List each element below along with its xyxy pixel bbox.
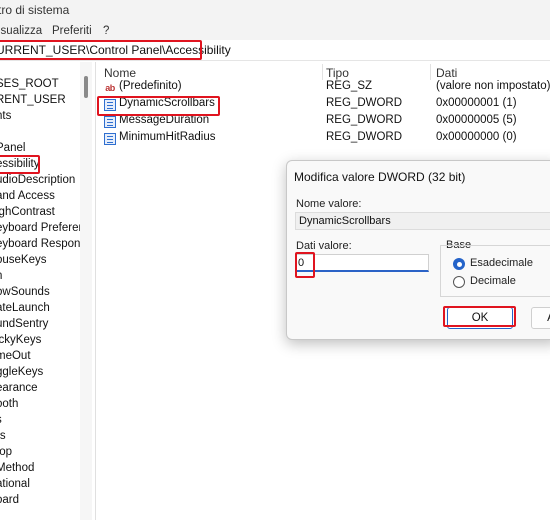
tree-scroll-thumb[interactable] xyxy=(84,76,88,98)
column-type-header[interactable]: Tipo xyxy=(326,66,349,80)
tree-item[interactable]: essibility xyxy=(0,158,39,174)
tree-item[interactable]: ighContrast xyxy=(0,206,55,222)
tree-item[interactable]: RENT_USER xyxy=(0,94,66,110)
edit-dword-dialog: Modifica valore DWORD (32 bit) Nome valo… xyxy=(286,160,550,340)
tree-item[interactable]: undSentry xyxy=(0,318,48,334)
value-row[interactable]: DynamicScrollbars REG_DWORD 0x00000001 (1) xyxy=(96,97,550,113)
value-data: 0x00000001 (1) xyxy=(436,97,517,109)
binary-value-icon xyxy=(104,116,116,128)
tree-item[interactable]: rs xyxy=(0,430,6,446)
tree-item[interactable]: earance xyxy=(0,382,38,398)
cancel-button[interactable]: A xyxy=(531,307,550,329)
column-separator[interactable] xyxy=(322,64,323,80)
tree-item[interactable]: owSounds xyxy=(0,286,50,302)
value-data-text[interactable]: 0 xyxy=(298,257,304,269)
value-name-field: DynamicScrollbars xyxy=(295,212,550,230)
value-type: REG_SZ xyxy=(326,80,373,92)
value-data: (valore non impostato) xyxy=(436,80,550,92)
tree-item[interactable]: s xyxy=(0,414,2,430)
value-data-input[interactable]: 0 xyxy=(295,254,429,272)
value-row[interactable]: ab (Predefinito) REG_SZ (valore non imposta… xyxy=(96,80,550,96)
registry-tree[interactable]: SES_ROOTRENT_USERnts PanelessibilityudioD… xyxy=(0,62,92,520)
tree-item[interactable]: n xyxy=(0,270,2,286)
column-name-header[interactable]: Nome xyxy=(104,66,136,80)
hex-radio[interactable] xyxy=(453,258,465,270)
column-separator[interactable] xyxy=(430,64,431,80)
value-name: MinimumHitRadius xyxy=(119,131,216,143)
tree-item[interactable]: and Access xyxy=(0,190,55,206)
column-data-header[interactable]: Dati xyxy=(436,66,457,80)
menu-bar: isualizza Preferiti ? xyxy=(0,20,550,40)
base-group: Esadecimale Decimale xyxy=(440,245,550,297)
tree-item[interactable]: meOut xyxy=(0,350,31,366)
dialog-title: Modifica valore DWORD (32 bit) xyxy=(294,170,466,184)
dec-radio-label[interactable]: Decimale xyxy=(470,275,516,287)
tree-item[interactable]: ooth xyxy=(0,398,18,414)
tree-item[interactable]: top xyxy=(0,446,12,462)
tree-item[interactable]: Method xyxy=(0,462,34,478)
tree-item[interactable]: ggleKeys xyxy=(0,366,43,382)
window-title: tro di sistema xyxy=(0,3,70,17)
string-value-icon: ab xyxy=(105,83,115,93)
tree-item[interactable]: ational xyxy=(0,478,30,494)
title-bar: tro di sistema xyxy=(0,0,550,20)
dec-radio[interactable] xyxy=(453,276,465,288)
value-row[interactable]: MessageDuration REG_DWORD 0x00000005 (5) xyxy=(96,114,550,130)
tree-item[interactable]: eyboard Respons xyxy=(0,238,86,254)
value-type: REG_DWORD xyxy=(326,131,403,143)
ok-button[interactable]: OK xyxy=(447,307,513,329)
value-row[interactable]: MinimumHitRadius REG_DWORD 0x00000000 (0) xyxy=(96,131,550,147)
tree-item[interactable]: ickyKeys xyxy=(0,334,41,350)
tree-item[interactable]: ateLaunch xyxy=(0,302,50,318)
value-name: (Predefinito) xyxy=(119,80,182,92)
menu-visualizza[interactable]: isualizza xyxy=(0,25,42,37)
address-path[interactable]: URRENT_USER\Control Panel\Accessibility xyxy=(0,43,231,57)
menu-preferiti[interactable]: Preferiti xyxy=(52,25,92,37)
value-data: 0x00000005 (5) xyxy=(436,114,517,126)
binary-value-icon xyxy=(104,133,116,145)
value-name-label: Nome valore: xyxy=(296,198,362,210)
tree-item[interactable]: oard xyxy=(0,494,19,510)
binary-value-icon xyxy=(104,99,116,111)
value-name-text: DynamicScrollbars xyxy=(299,215,391,227)
value-name: MessageDuration xyxy=(119,114,210,126)
tree-item[interactable]: nts xyxy=(0,110,11,126)
value-type: REG_DWORD xyxy=(326,97,403,109)
value-type: REG_DWORD xyxy=(326,114,403,126)
tree-item[interactable]: udioDescription xyxy=(0,174,75,190)
tree-scrollbar[interactable] xyxy=(80,62,92,520)
address-bar[interactable]: URRENT_USER\Control Panel\Accessibility xyxy=(0,40,550,61)
value-data-label: Dati valore: xyxy=(296,240,352,252)
value-name: DynamicScrollbars xyxy=(119,97,215,109)
tree-item[interactable]: eyboard Preferen xyxy=(0,222,85,238)
tree-item[interactable]: ouseKeys xyxy=(0,254,47,270)
hex-radio-label[interactable]: Esadecimale xyxy=(470,257,533,269)
value-data: 0x00000000 (0) xyxy=(436,131,517,143)
tree-item[interactable]: Panel xyxy=(0,142,25,158)
menu-help[interactable]: ? xyxy=(103,25,109,37)
tree-item[interactable]: SES_ROOT xyxy=(0,78,59,94)
